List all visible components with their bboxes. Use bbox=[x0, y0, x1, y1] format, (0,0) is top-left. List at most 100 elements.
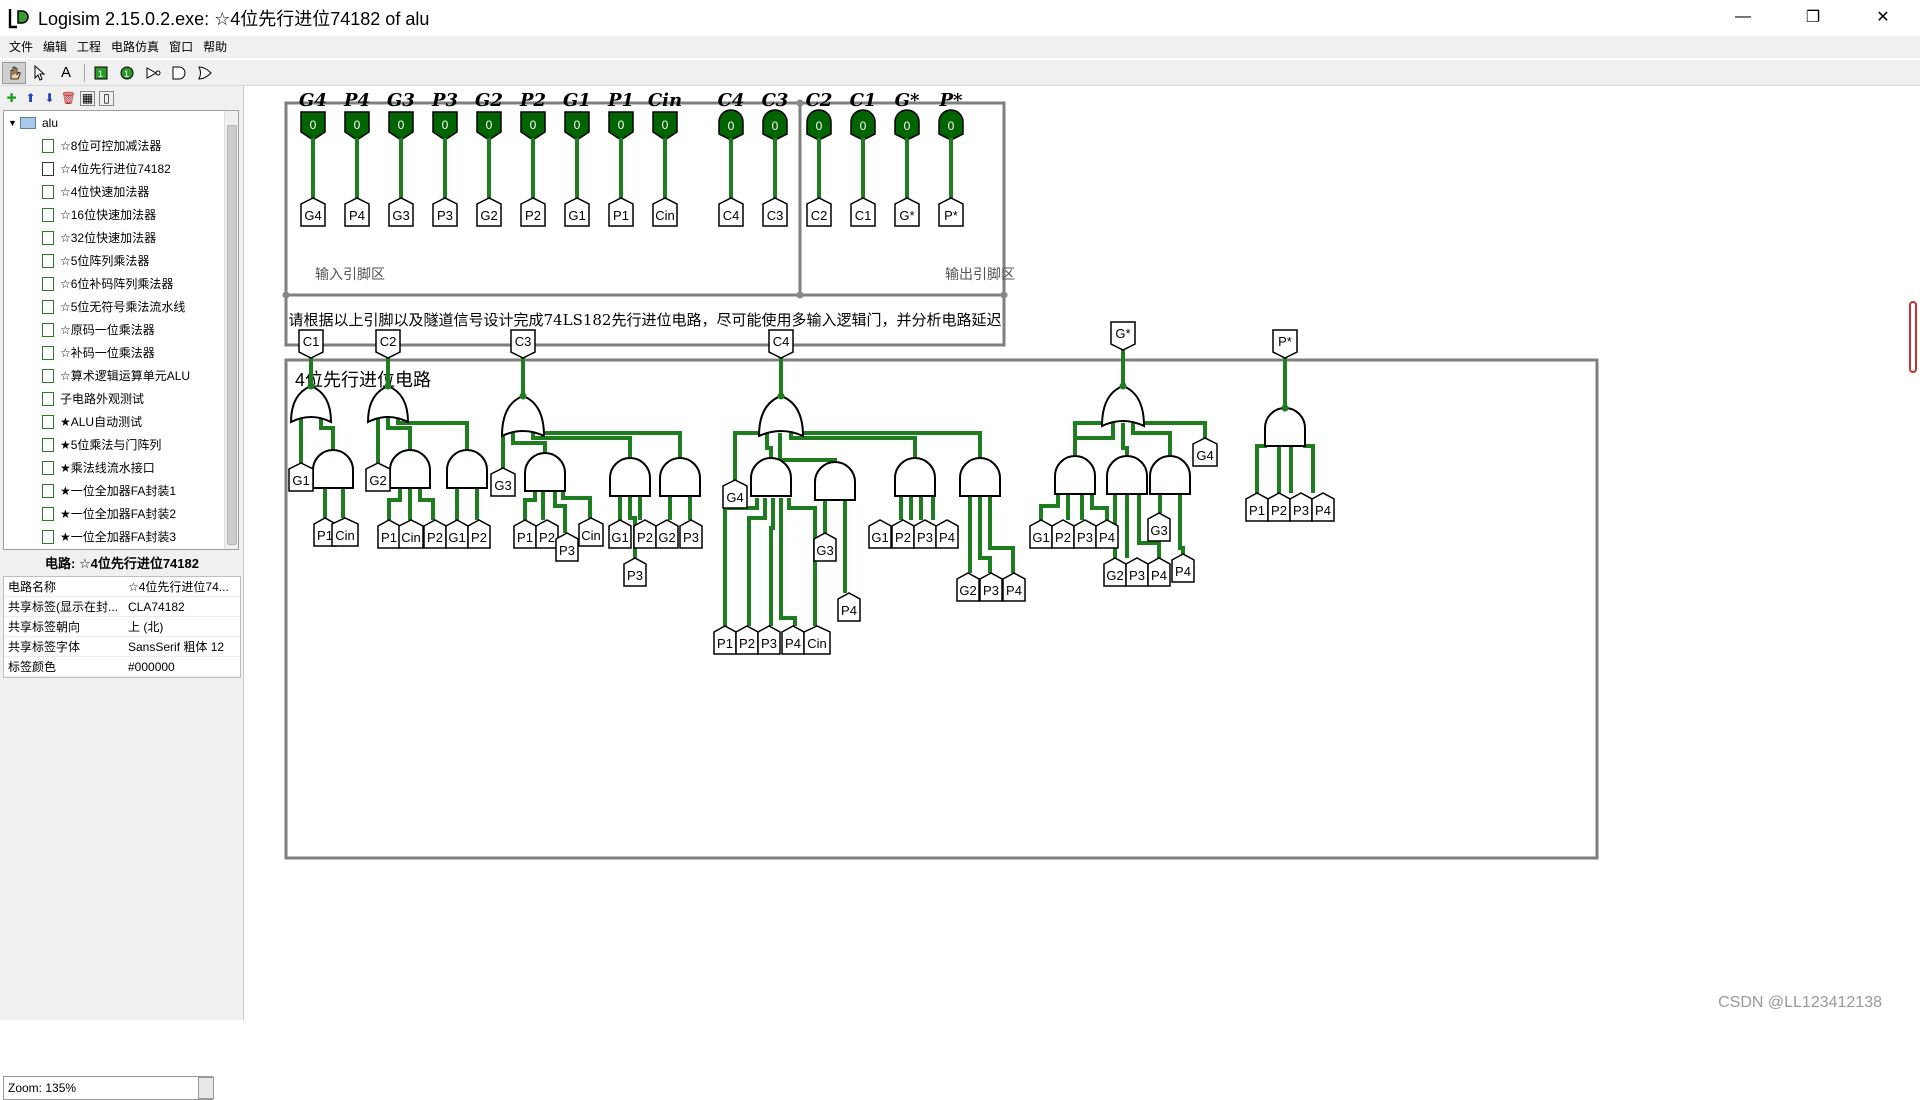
tunnel[interactable]: P4 bbox=[1171, 553, 1195, 583]
tunnel[interactable]: G* bbox=[1110, 321, 1136, 351]
minimize-button[interactable]: — bbox=[1720, 0, 1766, 34]
tunnel[interactable]: P3 bbox=[913, 519, 937, 549]
property-value[interactable]: #000000 bbox=[124, 660, 240, 674]
collapse-icon[interactable]: ▼ bbox=[8, 118, 18, 128]
and-gate[interactable] bbox=[609, 457, 651, 497]
tunnel[interactable]: C3 bbox=[762, 197, 788, 227]
tunnel[interactable]: P2 bbox=[735, 625, 759, 655]
tunnel[interactable]: P2 bbox=[1051, 519, 1075, 549]
tunnel[interactable]: G* bbox=[894, 197, 920, 227]
or-gate[interactable] bbox=[757, 394, 805, 438]
tunnel[interactable]: P3 bbox=[757, 625, 781, 655]
input-pin[interactable]: 0 bbox=[608, 111, 634, 141]
tunnel[interactable]: C4 bbox=[718, 197, 744, 227]
and-gate[interactable] bbox=[814, 461, 856, 501]
output-pin[interactable]: 0 bbox=[850, 109, 876, 141]
input-pin[interactable]: 0 bbox=[520, 111, 546, 141]
tunnel[interactable]: P4 bbox=[837, 592, 861, 622]
output-pin[interactable]: 0 bbox=[938, 109, 964, 141]
add-circuit-icon[interactable]: ✚ bbox=[4, 91, 19, 106]
tunnel[interactable]: P4 bbox=[1095, 519, 1119, 549]
tunnel[interactable]: P3 bbox=[679, 519, 703, 549]
zoom-spinner[interactable] bbox=[198, 1077, 214, 1099]
tree-item[interactable]: ★一位全加器FA封装2 bbox=[4, 502, 238, 525]
tunnel[interactable]: G3 bbox=[388, 197, 414, 227]
tunnel[interactable]: P4 bbox=[1311, 492, 1335, 522]
tree-item[interactable]: ★乘法线流水接口 bbox=[4, 456, 238, 479]
tree-item[interactable]: ☆原码一位乘法器 bbox=[4, 318, 238, 341]
tree-item[interactable]: ☆4位快速加法器 bbox=[4, 180, 238, 203]
tunnel[interactable]: Cin bbox=[398, 519, 424, 549]
property-value[interactable]: ☆4位先行进位74... bbox=[124, 578, 240, 595]
edit-layout-icon[interactable]: ▦ bbox=[80, 90, 95, 106]
tree-scroll-thumb[interactable] bbox=[227, 125, 237, 545]
tree-root[interactable]: ▼ alu bbox=[4, 111, 238, 134]
tree-item[interactable]: ☆4位先行进位74182 bbox=[4, 157, 238, 180]
tunnel[interactable]: P* bbox=[938, 197, 964, 227]
input-pin[interactable]: 0 bbox=[476, 111, 502, 141]
and-gate[interactable] bbox=[1264, 407, 1306, 447]
menu-project[interactable]: 工程 bbox=[72, 37, 106, 57]
tree-item[interactable]: ☆6位补码阵列乘法器 bbox=[4, 272, 238, 295]
and-gate[interactable] bbox=[1054, 455, 1096, 495]
tunnel[interactable]: G1 bbox=[1029, 519, 1053, 549]
tunnel[interactable]: P3 bbox=[623, 557, 647, 587]
tunnel[interactable]: G1 bbox=[868, 519, 892, 549]
and-gate[interactable] bbox=[312, 449, 354, 489]
tunnel[interactable]: P4 bbox=[935, 519, 959, 549]
tree-scrollbar[interactable] bbox=[224, 111, 238, 549]
property-row[interactable]: 共享标签朝向 上 (北) bbox=[4, 617, 240, 637]
or-gate-tool[interactable] bbox=[193, 62, 217, 84]
tunnel[interactable]: G4 bbox=[1192, 437, 1218, 467]
and-gate[interactable] bbox=[894, 457, 936, 497]
edit-appearance-icon[interactable]: ▯ bbox=[99, 90, 114, 106]
restore-button[interactable]: ❐ bbox=[1790, 0, 1836, 34]
tree-item[interactable]: ☆8位可控加减法器 bbox=[4, 134, 238, 157]
and-gate[interactable] bbox=[959, 457, 1001, 497]
tunnel[interactable]: P2 bbox=[467, 519, 491, 549]
input-pin[interactable]: 0 bbox=[652, 111, 678, 141]
tunnel[interactable]: P1 bbox=[513, 519, 537, 549]
and-gate[interactable] bbox=[1149, 455, 1191, 495]
tunnel[interactable]: P3 bbox=[555, 532, 579, 562]
tunnel[interactable]: G3 bbox=[813, 532, 837, 562]
canvas-scrollbar[interactable] bbox=[1905, 86, 1920, 1020]
tunnel[interactable]: P2 bbox=[891, 519, 915, 549]
tunnel[interactable]: G1 bbox=[288, 462, 314, 492]
tunnel[interactable]: P4 bbox=[1002, 572, 1026, 602]
tunnel[interactable]: G3 bbox=[490, 467, 516, 497]
input-pin[interactable]: 0 bbox=[564, 111, 590, 141]
tree-item[interactable]: ★ALU自动测试 bbox=[4, 410, 238, 433]
tunnel[interactable]: C2 bbox=[806, 197, 832, 227]
tunnel[interactable]: P1 bbox=[377, 519, 401, 549]
tunnel[interactable]: G2 bbox=[1103, 557, 1127, 587]
tunnel[interactable]: G2 bbox=[476, 197, 502, 227]
menu-help[interactable]: 帮助 bbox=[198, 37, 232, 57]
and-gate[interactable] bbox=[750, 457, 792, 497]
text-tool-button[interactable]: A bbox=[54, 62, 78, 84]
tunnel[interactable]: P1 bbox=[608, 197, 634, 227]
tunnel[interactable]: P4 bbox=[781, 625, 805, 655]
zoom-field[interactable]: Zoom: 135% bbox=[3, 1076, 213, 1100]
tunnel[interactable]: C4 bbox=[768, 329, 794, 359]
output-pin-tool[interactable]: 1 bbox=[115, 62, 139, 84]
tunnel[interactable]: P3 bbox=[432, 197, 458, 227]
close-button[interactable]: ✕ bbox=[1860, 0, 1906, 34]
select-tool-button[interactable] bbox=[28, 62, 52, 84]
property-row[interactable]: 共享标签字体 SansSerif 粗体 12 bbox=[4, 637, 240, 657]
tunnel[interactable]: P1 bbox=[713, 625, 737, 655]
tunnel[interactable]: P3 bbox=[1289, 492, 1313, 522]
and-gate[interactable] bbox=[1106, 455, 1148, 495]
canvas-scroll-thumb[interactable] bbox=[1909, 301, 1917, 373]
tunnel[interactable]: P2 bbox=[520, 197, 546, 227]
menu-file[interactable]: 文件 bbox=[4, 37, 38, 57]
input-pin[interactable]: 0 bbox=[388, 111, 414, 141]
input-pin-tool[interactable]: 1 bbox=[89, 62, 113, 84]
tunnel[interactable]: G2 bbox=[956, 572, 980, 602]
tunnel[interactable]: P3 bbox=[1073, 519, 1097, 549]
tunnel[interactable]: G4 bbox=[722, 479, 748, 509]
tunnel[interactable]: G2 bbox=[365, 462, 391, 492]
tunnel[interactable]: P4 bbox=[1147, 557, 1171, 587]
tunnel[interactable]: C3 bbox=[510, 329, 536, 359]
menu-edit[interactable]: 编辑 bbox=[38, 37, 72, 57]
